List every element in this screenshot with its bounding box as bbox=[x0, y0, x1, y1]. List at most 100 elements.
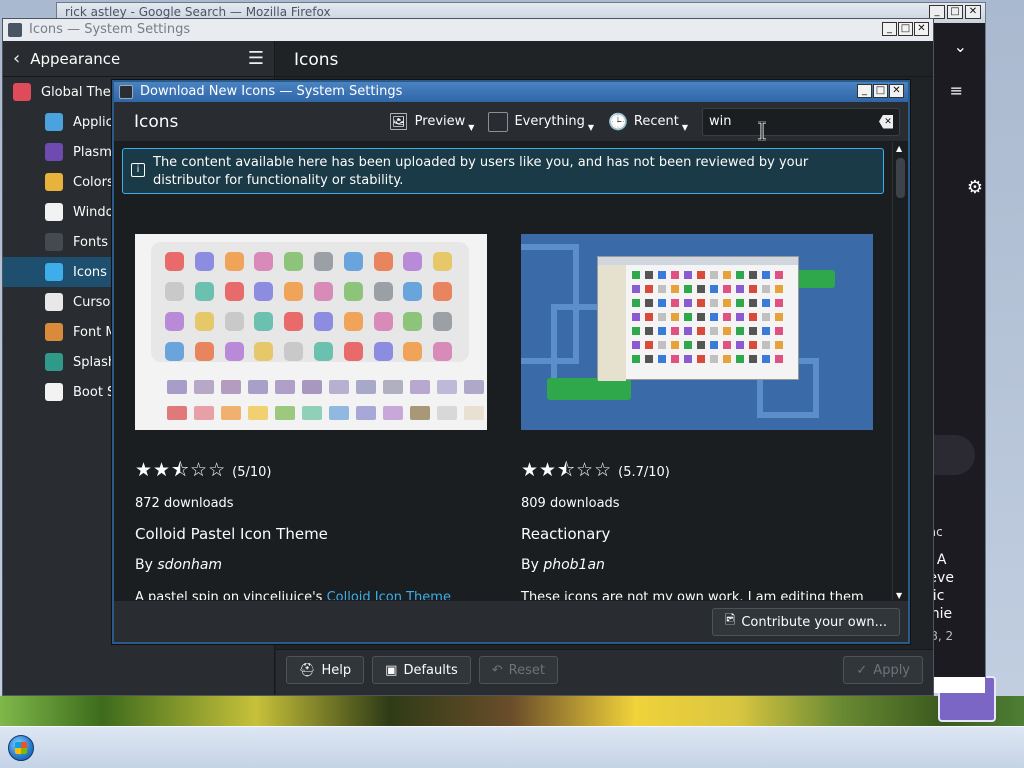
item-downloads: 809 downloads bbox=[521, 496, 620, 511]
caret-down-icon: ▼ bbox=[681, 123, 688, 132]
scroll-down-icon[interactable]: ▼ bbox=[896, 591, 902, 600]
banner-text: The content available here has been uplo… bbox=[153, 155, 809, 188]
sidebar-item-label: Boot S bbox=[73, 384, 116, 400]
settings-title: Icons — System Settings bbox=[29, 22, 191, 37]
cursors-icon bbox=[45, 293, 63, 311]
sidebar-item-label: Icons bbox=[73, 264, 107, 280]
upload-image-icon: 🖻 bbox=[724, 613, 736, 628]
dialog-toolbar: Icons 🖼 Preview ▼ Everything ▼ 🕒 Recent … bbox=[114, 102, 908, 142]
defaults-icon: ▣ bbox=[385, 662, 398, 678]
rating-stars-icon: ★★⯪☆☆ bbox=[521, 459, 613, 481]
clock-icon: 🕒 bbox=[607, 112, 628, 131]
chevron-down-icon[interactable]: ⌄ bbox=[954, 37, 967, 56]
gear-icon[interactable]: ⚙ bbox=[967, 177, 983, 198]
caret-down-icon: ▼ bbox=[587, 123, 594, 132]
item-name[interactable]: Colloid Pastel Icon Theme bbox=[135, 525, 487, 543]
item-author: By sdonham bbox=[135, 557, 223, 573]
item-rating: ★★⯪☆☆ (5/10) bbox=[135, 456, 487, 488]
sidebar-title: Appearance bbox=[30, 49, 121, 68]
rating-stars-icon: ★★⯪☆☆ bbox=[135, 459, 227, 481]
maximize-button[interactable]: □ bbox=[947, 5, 963, 19]
page-title: Icons bbox=[276, 41, 933, 77]
sidebar-item-label: Windo bbox=[73, 204, 114, 220]
font-management-icon bbox=[45, 323, 63, 341]
sort-dropdown[interactable]: 🕒 Recent ▼ bbox=[607, 112, 688, 132]
image-icon: 🖼 bbox=[388, 112, 409, 131]
close-button[interactable]: ✕ bbox=[914, 22, 929, 36]
defaults-button[interactable]: ▣ Defaults bbox=[372, 656, 471, 684]
filter-box-icon bbox=[488, 111, 509, 132]
start-menu-button[interactable] bbox=[8, 735, 34, 761]
minimize-button[interactable]: _ bbox=[857, 84, 872, 98]
application-style-icon bbox=[45, 113, 63, 131]
sidebar-item-label: Colors bbox=[73, 174, 114, 190]
hamburger-menu-icon[interactable]: ☰ bbox=[248, 48, 264, 69]
settings-titlebar[interactable]: Icons — System Settings _ □ ✕ bbox=[3, 19, 933, 41]
firefox-title: rick astley - Google Search — Mozilla Fi… bbox=[65, 5, 331, 19]
icons-icon bbox=[45, 263, 63, 281]
item-name[interactable]: Reactionary bbox=[521, 525, 873, 543]
dialog-app-icon bbox=[119, 85, 133, 99]
search-field[interactable]: ✕ bbox=[702, 107, 900, 136]
minimize-button[interactable]: _ bbox=[929, 5, 945, 19]
taskbar bbox=[0, 726, 1024, 768]
sidebar-item-label: Fonts bbox=[73, 234, 109, 250]
list-item[interactable]: ★★⯪☆☆ (5.7/10) 809 downloads Reactionary… bbox=[521, 234, 873, 602]
fonts-icon bbox=[45, 233, 63, 251]
info-banner: i The content available here has been up… bbox=[122, 148, 884, 194]
sidebar-item-label: Font M bbox=[73, 324, 117, 340]
preview-view-dropdown[interactable]: 🖼 Preview ▼ bbox=[388, 112, 475, 132]
item-preview-image[interactable] bbox=[521, 234, 873, 430]
search-input[interactable] bbox=[709, 114, 879, 129]
dialog-footer: 🖻 Contribute your own... bbox=[114, 600, 908, 642]
folder-row-preview bbox=[167, 380, 487, 394]
hamburger-menu-icon[interactable]: ≡ bbox=[950, 81, 963, 100]
settings-footer: ⛑ Help ▣ Defaults ↶ Reset ✓ Apply bbox=[276, 649, 933, 695]
settings-app-icon bbox=[8, 23, 22, 37]
sidebar-item-label: Applic bbox=[73, 114, 113, 130]
info-icon: i bbox=[131, 163, 145, 177]
help-icon: ⛑ bbox=[299, 662, 316, 678]
dialog-title: Download New Icons — System Settings bbox=[140, 84, 403, 99]
help-button[interactable]: ⛑ Help bbox=[286, 656, 365, 684]
screenshot-window-preview bbox=[597, 256, 799, 381]
filter-dropdown[interactable]: Everything ▼ bbox=[488, 111, 594, 132]
checkmark-icon: ✓ bbox=[856, 662, 868, 678]
download-new-icons-dialog: Download New Icons — System Settings _ □… bbox=[112, 80, 910, 644]
sidebar-item-label: Splash bbox=[73, 354, 117, 370]
maximize-button[interactable]: □ bbox=[898, 22, 913, 36]
content-list: i The content available here has been up… bbox=[114, 142, 894, 602]
list-item[interactable]: ★★⯪☆☆ (5/10) 872 downloads Colloid Paste… bbox=[135, 234, 487, 602]
item-preview-image[interactable] bbox=[135, 234, 487, 430]
apply-button[interactable]: ✓ Apply bbox=[843, 656, 923, 684]
caret-down-icon: ▼ bbox=[468, 123, 475, 132]
scrollbar-thumb[interactable] bbox=[896, 158, 905, 198]
close-button[interactable]: ✕ bbox=[965, 5, 981, 19]
text-cursor-icon bbox=[758, 121, 766, 141]
boot-splash-icon bbox=[45, 383, 63, 401]
item-author: By phob1an bbox=[521, 557, 605, 573]
reset-button[interactable]: ↶ Reset bbox=[478, 656, 558, 684]
close-button[interactable]: ✕ bbox=[889, 84, 904, 98]
item-downloads: 872 downloads bbox=[135, 496, 234, 511]
wallpaper bbox=[0, 696, 1024, 726]
icon-grid-preview bbox=[151, 242, 469, 362]
back-arrow-icon[interactable]: ‹ bbox=[13, 48, 20, 69]
global-theme-icon bbox=[13, 83, 31, 101]
contribute-button[interactable]: 🖻 Contribute your own... bbox=[711, 608, 900, 636]
reset-icon: ↶ bbox=[491, 662, 503, 678]
splash-screen-icon bbox=[45, 353, 63, 371]
scroll-up-icon[interactable]: ▲ bbox=[896, 144, 902, 153]
folder-row-preview bbox=[167, 406, 484, 420]
minimize-button[interactable]: _ bbox=[882, 22, 897, 36]
scrollbar[interactable]: ▲ ▼ bbox=[892, 142, 908, 602]
sidebar-header: ‹ Appearance ☰ bbox=[3, 41, 274, 77]
dialog-titlebar[interactable]: Download New Icons — System Settings _ □… bbox=[114, 82, 908, 102]
clear-search-icon[interactable]: ✕ bbox=[879, 114, 893, 129]
plasma-style-icon bbox=[45, 143, 63, 161]
maximize-button[interactable]: □ bbox=[873, 84, 888, 98]
window-decorations-icon bbox=[45, 203, 63, 221]
dialog-page-title: Icons bbox=[134, 111, 179, 132]
colors-icon bbox=[45, 173, 63, 191]
item-rating: ★★⯪☆☆ (5.7/10) bbox=[521, 456, 873, 488]
